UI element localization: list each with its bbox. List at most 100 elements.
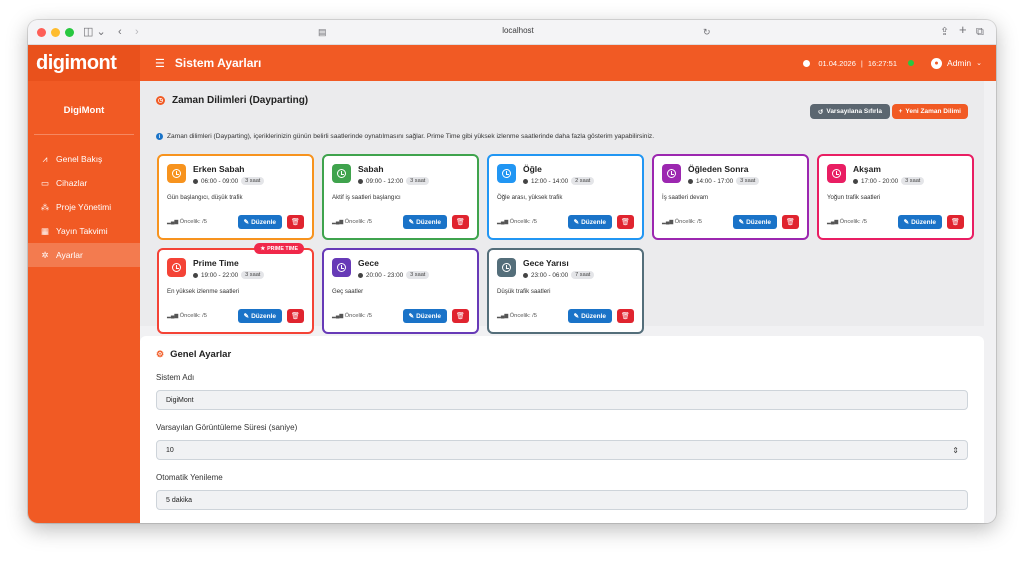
edit-button[interactable]: ✎ Düzenle xyxy=(567,215,612,229)
sidebar-item-4[interactable]: ✲ Ayarlar xyxy=(28,243,140,267)
card-footer: ▂▄▆ Öncelik: /5 ✎ Düzenle 🗑︎ xyxy=(167,215,304,229)
sitemap-icon: ⁂ xyxy=(40,201,50,212)
priority-label: ▂▄▆ Öncelik: /5 xyxy=(332,313,403,319)
sidebar-item-2[interactable]: ⁂ Proje Yönetimi xyxy=(28,195,140,219)
reset-label: Varsayılana Sıfırla xyxy=(826,108,882,115)
card-header: Gece 20:00 - 23:00 3 saat xyxy=(332,258,469,279)
priority-label: ▂▄▆ Öncelik: /5 xyxy=(167,313,238,319)
delete-button[interactable]: 🗑︎ xyxy=(947,215,964,229)
reload-icon[interactable]: ↻ xyxy=(703,25,711,39)
gears-icon: ⚙ xyxy=(156,349,165,359)
duration-badge: 3 saat xyxy=(241,177,265,185)
maximize-window-button[interactable] xyxy=(65,28,74,37)
edit-label: Düzenle xyxy=(581,312,606,320)
priority-label: ▂▄▆ Öncelik: /5 xyxy=(662,219,733,225)
card-header: Sabah 09:00 - 12:00 3 saat xyxy=(332,164,469,185)
info-message: Zaman dilimleri (Dayparting), içerikleri… xyxy=(167,133,655,140)
time-slot-card: Öğleden Sonra 14:00 - 17:00 3 saat İş saatl… xyxy=(652,154,809,240)
delete-button[interactable]: 🗑︎ xyxy=(452,309,469,323)
card-footer: ▂▄▆ Öncelik: /5 ✎ Düzenle 🗑︎ xyxy=(497,215,634,229)
trash-icon: 🗑︎ xyxy=(456,219,465,226)
delete-button[interactable]: 🗑︎ xyxy=(287,309,304,323)
priority-text: Öncelik: /5 xyxy=(674,219,703,225)
forward-icon[interactable]: › xyxy=(135,25,139,39)
stepper-icon[interactable]: ⇕ xyxy=(952,446,959,455)
address-bar[interactable]: localhost xyxy=(468,26,568,35)
delete-button[interactable]: 🗑︎ xyxy=(617,309,634,323)
current-date: 01.04.2026 xyxy=(818,58,856,68)
new-time-slot-button[interactable]: + Yeni Zaman Dilimi xyxy=(891,104,968,119)
clock-icon xyxy=(167,164,186,183)
priority-label: ▂▄▆ Öncelik: /5 xyxy=(497,219,568,225)
star-icon: ★ xyxy=(260,245,266,252)
delete-button[interactable]: 🗑︎ xyxy=(452,215,469,229)
card-footer: ▂▄▆ Öncelik: /5 ✎ Düzenle 🗑︎ xyxy=(332,309,469,323)
time-icon xyxy=(358,272,363,278)
signal-icon: ▂▄▆ xyxy=(827,219,840,225)
monitor-icon: ▭ xyxy=(40,177,50,188)
topbar: ☰ Sistem Ayarları 01.04.2026 | 16:27:51 … xyxy=(140,45,996,81)
time-slot-card: ★ PRIME TIME Prime Time 19:00 - 22:00 3 saat… xyxy=(157,243,314,334)
edit-button[interactable]: ✎ Düzenle xyxy=(402,309,447,323)
edit-button[interactable]: ✎ Düzenle xyxy=(567,309,612,323)
system-name-input[interactable]: DigiMont xyxy=(156,390,968,410)
card-header: Prime Time 19:00 - 22:00 3 saat xyxy=(167,258,304,279)
clock-icon xyxy=(827,164,846,183)
page-title: Sistem Ayarları xyxy=(174,56,262,70)
sidebar-item-label: Ayarlar xyxy=(56,250,83,260)
card-header: Gece Yarısı 23:00 - 06:00 7 saat xyxy=(497,258,634,279)
close-window-button[interactable] xyxy=(37,28,46,37)
share-icon[interactable]: ⇪ xyxy=(940,25,949,39)
edit-label: Düzenle xyxy=(911,218,936,226)
site-info-icon[interactable]: ▤ xyxy=(318,25,327,39)
edit-button[interactable]: ✎ Düzenle xyxy=(237,309,282,323)
priority-text: Öncelik: /5 xyxy=(839,219,868,225)
tabs-overview-icon[interactable]: ⧉ xyxy=(976,25,984,39)
delete-button[interactable]: 🗑︎ xyxy=(782,215,799,229)
auto-refresh-select[interactable]: 5 dakika xyxy=(156,490,968,510)
user-menu[interactable]: Admin xyxy=(947,58,971,68)
sidebar-toggle-icon[interactable]: ◫ ⌄ xyxy=(83,25,106,39)
duration-badge: 7 saat xyxy=(571,271,595,279)
reset-to-default-button[interactable]: ↺ Varsayılana Sıfırla xyxy=(809,104,890,119)
chevron-down-icon[interactable]: ⌄ xyxy=(976,59,982,67)
sidebar-item-label: Proje Yönetimi xyxy=(56,202,112,212)
edit-icon: ✎ xyxy=(573,219,580,226)
duration-badge: 3 saat xyxy=(736,177,760,185)
edit-button[interactable]: ✎ Düzenle xyxy=(237,215,282,229)
sidebar: digimont DigiMont ⩘ Genel Bakış ▭ Cihazlar ⁂… xyxy=(28,45,140,523)
brand-name: DigiMont xyxy=(63,105,105,116)
edit-button[interactable]: ✎ Düzenle xyxy=(732,215,777,229)
info-icon: i xyxy=(156,133,163,140)
priority-text: Öncelik: /5 xyxy=(509,219,538,225)
general-settings-title: Genel Ayarlar xyxy=(170,349,232,360)
back-icon[interactable]: ‹ xyxy=(118,25,122,39)
signal-icon: ▂▄▆ xyxy=(332,313,345,319)
sidebar-item-1[interactable]: ▭ Cihazlar xyxy=(28,171,140,195)
edit-button[interactable]: ✎ Düzenle xyxy=(402,215,447,229)
edit-label: Düzenle xyxy=(416,218,441,226)
edit-label: Düzenle xyxy=(581,218,606,226)
new-tab-icon[interactable]: + xyxy=(959,23,967,37)
slot-time: 17:00 - 20:00 xyxy=(861,177,899,185)
sidebar-item-label: Yayın Takvimi xyxy=(56,226,108,236)
menu-toggle-icon[interactable]: ☰ xyxy=(155,57,165,70)
sidebar-item-3[interactable]: ▦ Yayın Takvimi xyxy=(28,219,140,243)
new-slot-label: Yeni Zaman Dilimi xyxy=(905,108,961,115)
time-icon xyxy=(358,178,363,184)
minimize-window-button[interactable] xyxy=(51,28,60,37)
edit-button[interactable]: ✎ Düzenle xyxy=(897,215,942,229)
display-duration-input[interactable]: 10 ⇕ xyxy=(156,440,968,460)
delete-button[interactable]: 🗑︎ xyxy=(617,215,634,229)
display-duration-value: 10 xyxy=(166,446,174,454)
clock-icon xyxy=(497,258,516,277)
card-footer: ▂▄▆ Öncelik: /5 ✎ Düzenle 🗑︎ xyxy=(332,215,469,229)
sidebar-item-0[interactable]: ⩘ Genel Bakış xyxy=(28,147,140,171)
topbar-status: 01.04.2026 | 16:27:51 ● Admin ⌄ xyxy=(803,45,982,81)
prime-time-badge: ★ PRIME TIME xyxy=(254,243,304,254)
delete-button[interactable]: 🗑︎ xyxy=(287,215,304,229)
priority-text: Öncelik: /5 xyxy=(509,313,538,319)
user-icon[interactable]: ● xyxy=(931,57,943,69)
clock-icon xyxy=(662,164,681,183)
card-footer: ▂▄▆ Öncelik: /5 ✎ Düzenle 🗑︎ xyxy=(662,215,799,229)
